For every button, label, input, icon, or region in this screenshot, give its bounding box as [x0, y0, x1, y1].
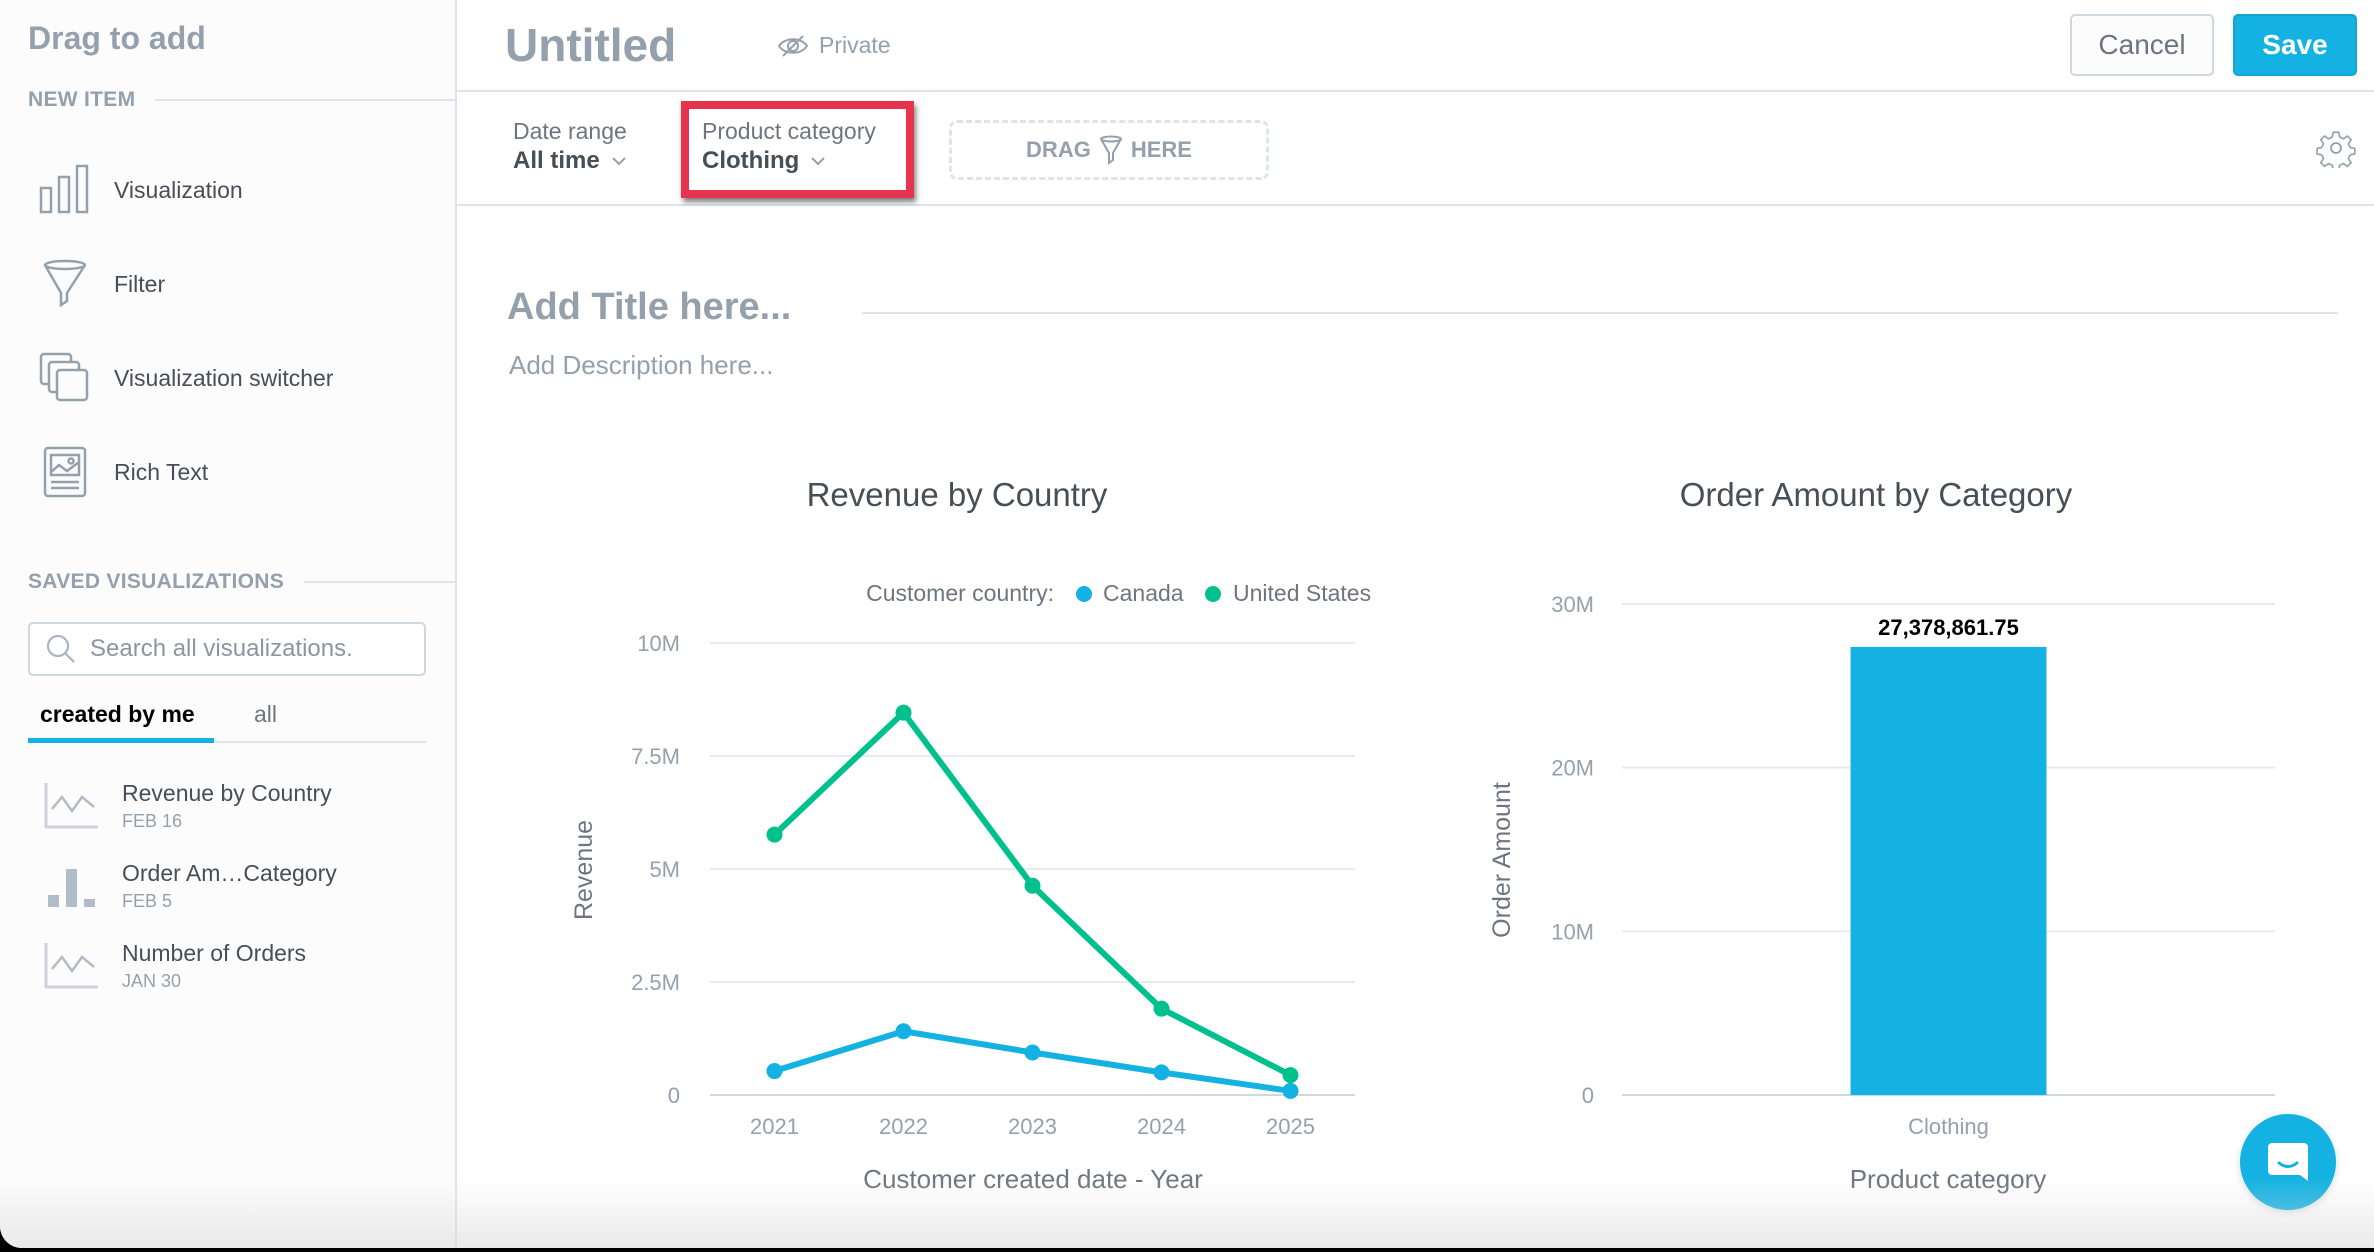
- legend-marker-canada: [1076, 586, 1092, 602]
- x-tick-labels: 2021 2022 2023 2024 2025: [750, 1114, 1315, 1139]
- data-point: [895, 1023, 912, 1040]
- x-axis-title: Customer created date - Year: [863, 1164, 1203, 1194]
- y-tick-label: 10M: [1551, 919, 1594, 944]
- chat-button[interactable]: [2240, 1114, 2336, 1210]
- app-window: Drag to add NEW ITEM Visualization Filte…: [0, 0, 2374, 1248]
- bars: 27,378,861.75: [1850, 615, 2047, 1095]
- x-tick-label: Clothing: [1908, 1114, 1989, 1139]
- series-united-states: [766, 704, 1299, 1084]
- bar: [1850, 646, 2047, 1095]
- data-point: [1282, 1067, 1299, 1084]
- data-point: [1282, 1082, 1299, 1099]
- legend-title: Customer country:: [866, 580, 1054, 606]
- line-chart-widget[interactable]: Revenue by Country Customer country: Can…: [570, 476, 1371, 1194]
- data-point: [1024, 877, 1041, 894]
- data-point: [1153, 1000, 1170, 1017]
- data-point: [766, 826, 783, 843]
- y-tick-label: 2.5M: [631, 970, 680, 995]
- chat-icon: [2268, 1143, 2308, 1181]
- series-line: [773, 1028, 1291, 1094]
- y-tick-labels: 0 10M 20M 30M: [1551, 592, 1594, 1108]
- legend-item-united-states[interactable]: United States: [1233, 580, 1371, 606]
- x-tick-labels: Clothing: [1908, 1114, 1989, 1139]
- chart-legend: Customer country: Canada United States: [866, 580, 1371, 606]
- x-tick-label: 2025: [1266, 1114, 1315, 1139]
- legend-item-canada[interactable]: Canada: [1103, 580, 1184, 606]
- legend-marker-united-states: [1205, 586, 1221, 602]
- y-tick-label: 20M: [1551, 756, 1594, 781]
- charts-layer: Revenue by Country Customer country: Can…: [570, 476, 2275, 1194]
- y-tick-label: 10M: [637, 631, 680, 656]
- y-gridlines: [710, 642, 1355, 1096]
- data-point: [1153, 1064, 1170, 1081]
- series-line: [772, 709, 1292, 1078]
- x-tick-label: 2021: [750, 1114, 799, 1139]
- chart-title: Revenue by Country: [807, 476, 1108, 513]
- x-axis-title: Product category: [1850, 1164, 2047, 1194]
- data-point: [1024, 1044, 1041, 1061]
- y-tick-label: 0: [1582, 1083, 1594, 1108]
- series-lines: [766, 704, 1299, 1099]
- y-axis-title: Order Amount: [1488, 782, 1516, 938]
- data-label: 27,378,861.75: [1878, 615, 2019, 640]
- y-tick-labels: 0 2.5M 5M 7.5M 10M: [631, 631, 680, 1108]
- y-tick-label: 5M: [649, 857, 680, 882]
- y-tick-label: 30M: [1551, 592, 1594, 617]
- data-point: [766, 1063, 783, 1080]
- data-point: [895, 704, 912, 721]
- x-tick-label: 2022: [879, 1114, 928, 1139]
- y-axis-title: Revenue: [570, 820, 598, 920]
- y-tick-label: 0: [668, 1083, 680, 1108]
- series-canada: [766, 1023, 1299, 1099]
- x-tick-label: 2024: [1137, 1114, 1186, 1139]
- chart-title: Order Amount by Category: [1680, 476, 2073, 513]
- y-tick-label: 7.5M: [631, 744, 680, 769]
- x-tick-label: 2023: [1008, 1114, 1057, 1139]
- bar-chart-widget[interactable]: Order Amount by Category 0 10M 20M 30M 27,3…: [1488, 476, 2275, 1194]
